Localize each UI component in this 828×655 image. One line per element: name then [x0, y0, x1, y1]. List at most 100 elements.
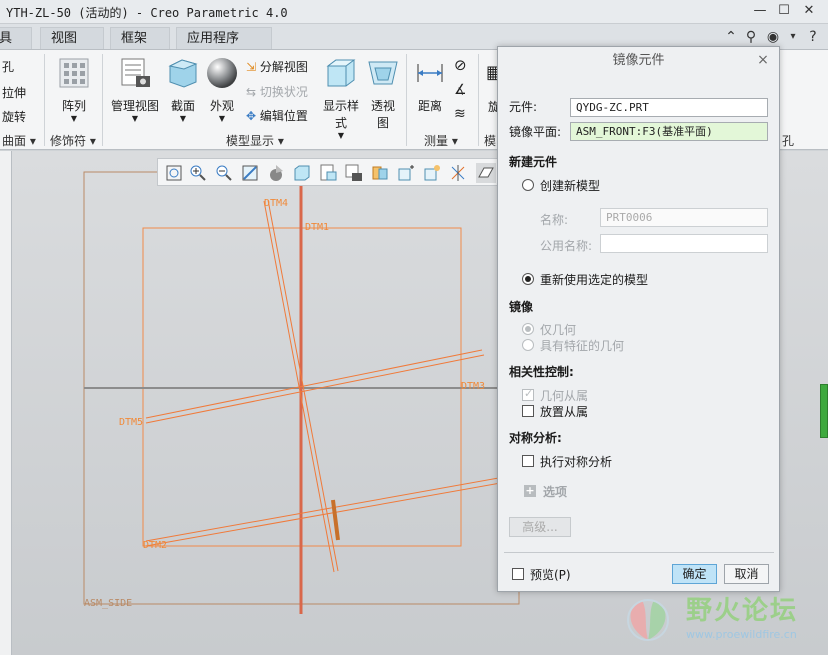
- watermark-title: 野火论坛: [686, 596, 799, 626]
- advanced-button[interactable]: 高级...: [509, 517, 571, 537]
- close-icon[interactable]: ×: [755, 52, 771, 68]
- datum-label-dtm4[interactable]: DTM4: [264, 198, 288, 209]
- preview-checkbox[interactable]: [512, 568, 524, 580]
- spin-center-icon[interactable]: [396, 163, 416, 183]
- mirror-plane-field[interactable]: ASM_FRONT:F3(基准平面): [570, 122, 768, 141]
- appearance-button[interactable]: 外观 ▼: [204, 56, 240, 123]
- geometry-only-radio[interactable]: [522, 323, 534, 335]
- perspective-camera-icon[interactable]: [344, 163, 364, 183]
- tab-tools[interactable]: 具: [0, 27, 32, 49]
- section-icon: [168, 59, 198, 88]
- pattern-button[interactable]: 阵列 ▼: [54, 56, 94, 123]
- cancel-button[interactable]: 取消: [724, 564, 769, 584]
- curve-length-icon[interactable]: ≋: [454, 106, 466, 122]
- graphics-toolbar: [157, 158, 499, 186]
- mirror-plane-label: 镜像平面:: [509, 125, 562, 139]
- perspective-icon: [368, 61, 398, 85]
- revolve-button[interactable]: 旋转: [2, 108, 26, 125]
- preview-label: 预览(P): [530, 568, 571, 582]
- create-new-model-label: 创建新模型: [540, 179, 601, 193]
- group-modifier-text: 修饰符: [50, 134, 87, 148]
- manage-view-button[interactable]: 管理视图 ▼: [108, 56, 162, 123]
- help-center-icon[interactable]: ◉: [764, 28, 782, 46]
- name-field[interactable]: PRT0006: [600, 208, 768, 227]
- ribbon-separator: [102, 54, 103, 146]
- group-surface-label[interactable]: 曲面 ▾: [2, 132, 36, 149]
- search-icon[interactable]: ⚲: [742, 28, 760, 46]
- explode-view-icon: ⇲: [246, 60, 257, 74]
- diameter-icon[interactable]: ⊘: [454, 56, 467, 74]
- group-model-display-label[interactable]: 模型显示 ▾: [226, 132, 284, 149]
- geometry-with-features-label: 具有特征的几何: [540, 339, 625, 353]
- perspective-button[interactable]: 透视图: [366, 56, 400, 131]
- options-label[interactable]: 选项: [543, 483, 567, 500]
- extrude-button[interactable]: 拉伸: [2, 84, 26, 101]
- toggle-state-icon: ⇆: [246, 85, 257, 99]
- edit-position-button[interactable]: ✥ 编辑位置: [246, 107, 308, 124]
- geometry-dependent-checkbox[interactable]: [522, 387, 534, 401]
- edit-position-icon: ✥: [246, 109, 257, 123]
- common-name-field[interactable]: [600, 234, 768, 253]
- angle-icon[interactable]: ∡: [454, 82, 467, 98]
- dropdown-arrow-icon[interactable]: ▾: [784, 28, 802, 46]
- saved-views-icon[interactable]: [292, 163, 312, 183]
- ok-button[interactable]: 确定: [672, 564, 717, 584]
- placement-dependent-checkbox[interactable]: [522, 405, 534, 417]
- watermark-url: www.proewildfire.cn: [686, 628, 797, 641]
- zoom-out-icon[interactable]: [214, 163, 234, 183]
- geometry-with-features-radio[interactable]: [522, 339, 534, 351]
- datum-label-asm-side[interactable]: ASM_SIDE: [84, 598, 132, 609]
- datum-display-icon[interactable]: [370, 163, 390, 183]
- collapse-ribbon-icon[interactable]: ⌃: [722, 28, 740, 46]
- coordinate-display-icon[interactable]: [448, 163, 468, 183]
- status-indicator[interactable]: [820, 384, 828, 438]
- model-tree-panel-edge[interactable]: [0, 151, 12, 655]
- minimize-icon[interactable]: —: [749, 2, 771, 20]
- shaded-view-icon[interactable]: [266, 163, 286, 183]
- tab-applications[interactable]: 应用程序: [176, 27, 272, 49]
- geometry-only-label: 仅几何: [540, 323, 577, 337]
- title-bar: YTH-ZL-50 (活动的) - Creo Parametric 4.0 — …: [0, 0, 828, 24]
- group-model-display-text: 模型显示: [226, 134, 275, 148]
- watermark-logo-icon: [627, 599, 669, 641]
- annotation-display-icon[interactable]: [422, 163, 442, 183]
- zoom-in-icon[interactable]: [188, 163, 208, 183]
- datum-label-dtm1[interactable]: DTM1: [305, 222, 329, 233]
- datum-label-dtm2[interactable]: DTM2: [143, 540, 167, 551]
- symmetry-heading: 对称分析:: [509, 431, 562, 445]
- display-style-button[interactable]: 显示样式 ▼: [320, 56, 362, 140]
- run-symmetry-label: 执行对称分析: [540, 455, 613, 469]
- group-modifier-label[interactable]: 修饰符 ▾: [50, 132, 96, 149]
- view-manager-icon[interactable]: [318, 163, 338, 183]
- group-measure-label[interactable]: 测量 ▾: [424, 132, 458, 149]
- reuse-model-label: 重新使用选定的模型: [540, 273, 649, 287]
- distance-button[interactable]: 距离: [412, 56, 448, 114]
- section-button[interactable]: 截面 ▼: [166, 56, 200, 123]
- component-label: 元件:: [509, 100, 538, 114]
- close-icon[interactable]: ✕: [798, 2, 820, 20]
- help-icon[interactable]: ?: [804, 28, 822, 46]
- explode-view-label: 分解视图: [259, 60, 308, 74]
- tab-framework[interactable]: 框架: [110, 27, 170, 49]
- explode-view-button[interactable]: ⇲ 分解视图: [246, 58, 308, 75]
- tab-view[interactable]: 视图: [40, 27, 104, 49]
- toggle-state-button[interactable]: ⇆ 切换状况: [246, 83, 308, 100]
- manage-view-icon: [121, 58, 150, 87]
- edit-position-label: 编辑位置: [259, 109, 308, 123]
- refit-icon[interactable]: [164, 163, 184, 183]
- maximize-icon[interactable]: ☐: [773, 2, 795, 20]
- watermark: 野火论坛 www.proewildfire.cn: [618, 588, 828, 655]
- datum-label-dtm3[interactable]: DTM3: [461, 381, 485, 392]
- plane-display-icon[interactable]: [476, 163, 496, 183]
- datum-label-dtm5[interactable]: DTM5: [119, 417, 143, 428]
- reuse-model-radio[interactable]: [522, 273, 534, 285]
- name-label: 名称:: [540, 213, 569, 227]
- component-field[interactable]: QYDG-ZC.PRT: [570, 98, 768, 117]
- repaint-icon[interactable]: [240, 163, 260, 183]
- hole-button[interactable]: 孔: [2, 58, 14, 75]
- expand-plus-icon[interactable]: +: [524, 485, 536, 497]
- manage-view-label: 管理视图: [110, 99, 159, 113]
- appearance-sphere-icon: [207, 58, 237, 88]
- create-new-model-radio[interactable]: [522, 179, 534, 191]
- run-symmetry-checkbox[interactable]: [522, 455, 534, 467]
